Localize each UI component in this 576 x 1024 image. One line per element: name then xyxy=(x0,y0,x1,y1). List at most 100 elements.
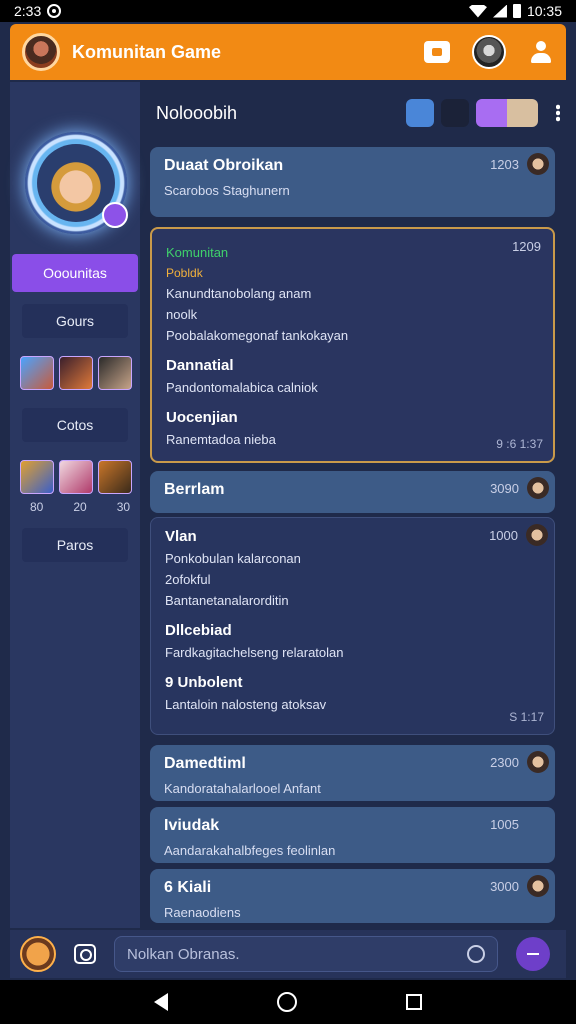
game-thumb[interactable] xyxy=(20,460,54,494)
user-icon[interactable] xyxy=(528,39,554,65)
message-input[interactable]: Nolkan Obranas. xyxy=(114,936,498,972)
sidebar-item-cotos[interactable]: Cotos xyxy=(22,408,128,442)
camera-icon[interactable] xyxy=(74,944,96,964)
post-line: Ponkobulan kalarconan xyxy=(165,551,301,566)
battery-icon xyxy=(512,4,521,18)
post-corner: S 1:17 xyxy=(509,710,544,724)
post-heading: Dllcebiad xyxy=(165,622,232,639)
game-thumb[interactable] xyxy=(98,460,132,494)
game-thumb[interactable] xyxy=(98,356,132,390)
post-card[interactable]: Komunitan Pobldk Kanundtanobolang anam n… xyxy=(150,227,555,463)
sidebar-item-active[interactable]: Ooounitas xyxy=(12,254,138,292)
header-avatar[interactable] xyxy=(22,33,60,71)
message-icon xyxy=(432,48,442,56)
thumb-count: 80 xyxy=(30,500,44,514)
game-thumb[interactable] xyxy=(20,356,54,390)
post-time: 3090 xyxy=(490,481,519,496)
profile-badge-icon xyxy=(102,202,128,228)
post-card[interactable]: 6 Kiali Raenaodiens 3000 xyxy=(150,869,555,923)
post-line: Poobalakomegonaf tankokayan xyxy=(166,328,349,343)
sidebar-thumbs-row-2 xyxy=(20,460,132,494)
post-heading: Dannatial xyxy=(166,357,234,374)
composer-avatar[interactable] xyxy=(20,936,56,972)
post-time: 1209 xyxy=(512,239,541,254)
team-icon[interactable] xyxy=(441,99,469,127)
post-line: Ranemtadoa nieba xyxy=(166,432,276,447)
status-bar: 2:33 10:35 xyxy=(0,0,576,22)
post-avatar[interactable] xyxy=(527,477,549,499)
post-heading: Uocenjian xyxy=(166,409,238,426)
composer-bar: Nolkan Obranas. xyxy=(10,930,566,978)
sidebar-item-paros[interactable]: Paros xyxy=(22,528,128,562)
post-card[interactable]: Vlan Ponkobulan kalarconan 2ofokful Bant… xyxy=(150,517,555,735)
home-icon[interactable] xyxy=(276,992,297,1012)
post-line: Kanundtanobolang anam xyxy=(166,286,312,301)
post-card[interactable]: Berrlam 3090 xyxy=(150,471,555,513)
post-avatar[interactable] xyxy=(526,524,548,546)
thumb-count: 30 xyxy=(116,500,131,514)
post-time: 1005 xyxy=(490,817,519,832)
post-line: Bantanetanalarorditin xyxy=(165,593,289,608)
post-avatar[interactable] xyxy=(527,875,549,897)
wifi-icon xyxy=(468,4,487,18)
post-title: Berrlam xyxy=(164,481,225,498)
header-title: Komunitan Game xyxy=(72,41,222,62)
post-feed: Duaat Obroikan Scarobos Staghunern 1203 … xyxy=(150,145,556,925)
group-icons[interactable] xyxy=(476,99,538,127)
send-button[interactable] xyxy=(516,937,550,971)
post-line: Fardkagitachelseng relaratolan xyxy=(165,645,344,660)
system-nav-bar xyxy=(0,980,576,1024)
game-thumb[interactable] xyxy=(59,460,93,494)
post-label: Pobldk xyxy=(166,266,203,280)
post-subtitle: Raenaodiens xyxy=(164,905,241,920)
sidebar: Ooounitas Gours Cotos 80 20 30 Paros xyxy=(10,82,140,928)
post-corner: 9 :6 1:37 xyxy=(496,437,543,451)
emoji-icon[interactable] xyxy=(467,945,485,963)
sidebar-thumbs-row-1 xyxy=(20,356,132,390)
recents-icon[interactable] xyxy=(405,994,422,1010)
post-title: Damedtiml xyxy=(164,755,246,772)
header-profile-avatar[interactable] xyxy=(472,35,506,69)
message-placeholder: Nolkan Obranas. xyxy=(127,945,240,963)
post-line: Lantaloin nalosteng atoksav xyxy=(165,697,327,712)
post-line: noolk xyxy=(166,307,198,322)
signal-icon xyxy=(492,4,507,18)
notification-icon xyxy=(47,4,62,18)
post-card[interactable]: Damedtiml Kandoratahalarlooel Anfant 230… xyxy=(150,745,555,801)
post-avatar[interactable] xyxy=(527,153,549,175)
post-time: 3000 xyxy=(490,879,519,894)
status-clock: 10:35 xyxy=(526,3,562,19)
status-right: 10:35 xyxy=(468,3,562,19)
status-time: 2:33 xyxy=(14,3,42,19)
message-button[interactable] xyxy=(424,41,450,63)
more-icon[interactable] xyxy=(556,104,560,122)
status-left: 2:33 xyxy=(14,3,62,19)
send-icon xyxy=(527,953,539,955)
post-avatar[interactable] xyxy=(527,751,549,773)
post-card[interactable]: Duaat Obroikan Scarobos Staghunern 1203 xyxy=(150,147,555,217)
post-title: Iviudak xyxy=(164,817,220,834)
main-header: Nolooobih xyxy=(150,92,560,134)
post-heading: 9 Unbolent xyxy=(165,674,243,691)
post-line: 2ofokful xyxy=(165,572,211,587)
post-card[interactable]: Iviudak Aandarakahalbfeges feolinlan 100… xyxy=(150,807,555,863)
post-subtitle: Aandarakahalbfeges feolinlan xyxy=(164,843,336,858)
game-thumb[interactable] xyxy=(59,356,93,390)
thumb-count: 20 xyxy=(73,500,87,514)
post-title: 6 Kiali xyxy=(164,879,212,896)
post-kicker: Komunitan xyxy=(166,245,229,260)
post-subtitle: Scarobos Staghunern xyxy=(164,183,290,198)
post-time: 1203 xyxy=(490,157,519,172)
app-header: Komunitan Game xyxy=(10,24,566,80)
back-icon[interactable] xyxy=(154,993,169,1011)
thumb-counts: 80 20 30 xyxy=(30,500,130,514)
sidebar-item-gours[interactable]: Gours xyxy=(22,304,128,338)
post-line: Pandontomalabica calniok xyxy=(166,380,318,395)
post-title: Duaat Obroikan xyxy=(164,157,284,174)
post-heading: Vlan xyxy=(165,528,197,545)
post-time: 1000 xyxy=(489,528,518,543)
post-subtitle: Kandoratahalarlooel Anfant xyxy=(164,781,321,796)
game-icon[interactable] xyxy=(406,99,434,127)
main-title: Nolooobih xyxy=(156,102,238,123)
post-time: 2300 xyxy=(490,755,519,770)
